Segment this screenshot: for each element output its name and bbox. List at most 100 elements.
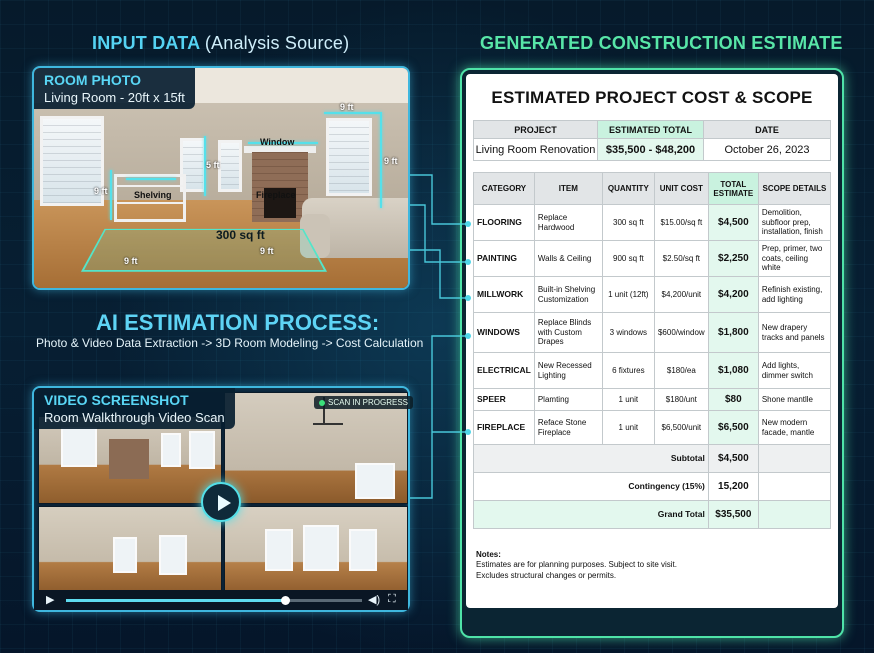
row-quantity: 6 fixtures xyxy=(601,352,655,389)
input-data-header-main: INPUT DATA xyxy=(92,33,200,53)
row-unit-cost: $15.00/sq ft xyxy=(653,204,709,241)
video-progress-knob[interactable] xyxy=(281,596,290,605)
play-small-icon[interactable]: ▶ xyxy=(46,593,54,606)
row-item: Walls & Ceiling xyxy=(533,240,603,277)
subtotal-row: Subtotal $4,500 xyxy=(473,444,832,473)
row-category: MILLWORK xyxy=(473,276,535,313)
grand-total-row: Grand Total $35,500 xyxy=(473,500,832,529)
table-row: MILLWORK Built-in Shelving Customization 1… xyxy=(473,276,832,313)
label-shelving: Shelving xyxy=(134,190,172,200)
scan-status-text: SCAN IN PROGRESS xyxy=(328,398,409,407)
row-unit-cost: $2.50/sq ft xyxy=(653,240,709,277)
video-frame-4 xyxy=(224,506,408,592)
col-category: CATEGORY xyxy=(473,172,535,205)
scan-status-badge: SCAN IN PROGRESS xyxy=(314,396,414,409)
generated-estimate-header: GENERATED CONSTRUCTION ESTIMATE xyxy=(480,33,843,53)
row-scope: Refinish existing, add lighting xyxy=(757,276,832,313)
row-unit-cost: $600/window xyxy=(653,312,709,353)
video-controls: ▶ ◀) ⛶ xyxy=(34,590,408,610)
ai-process-title: AI ESTIMATION PROCESS: xyxy=(96,310,380,335)
contingency-value: 15,200 xyxy=(707,472,759,501)
estimate-table: CATEGORY ITEM QUANTITY UNIT COST TOTAL E… xyxy=(473,172,832,529)
contingency-label: Contingency (15%) xyxy=(473,472,709,501)
table-row: ELECTRICAL New Recessed Lighting 6 fixture… xyxy=(473,352,832,389)
label-area: 300 sq ft xyxy=(216,228,265,242)
volume-icon[interactable]: ◀) xyxy=(368,593,380,606)
row-item: Reface Stone Fireplace xyxy=(533,410,603,445)
dim-top-right: 9 ft xyxy=(340,102,354,112)
row-quantity: 900 sq ft xyxy=(601,240,655,277)
floor-area-overlay xyxy=(80,228,328,272)
project-summary-table: PROJECT ESTIMATED TOTAL DATE Living Room… xyxy=(473,120,831,161)
play-button[interactable] xyxy=(201,482,241,522)
row-item: Built-in Shelving Customization xyxy=(533,276,603,313)
video-subtitle: Room Walkthrough Video Scan xyxy=(44,410,225,425)
row-item: Plamting xyxy=(533,388,603,411)
label-fireplace: Fireplace xyxy=(256,190,296,200)
row-category: WINDOWS xyxy=(473,312,535,353)
row-total: $4,200 xyxy=(707,276,759,313)
video-frame-3 xyxy=(38,506,222,592)
row-category: PAINTING xyxy=(473,240,535,277)
dim-mid-vertical: 5 ft xyxy=(206,160,220,170)
row-category: ELECTRICAL xyxy=(473,352,535,389)
video-title: VIDEO SCREENSHOT xyxy=(44,392,189,408)
row-quantity: 1 unit xyxy=(601,410,655,445)
row-category: SPEER xyxy=(473,388,535,411)
window-mid2 xyxy=(218,140,242,192)
grand-total-label: Grand Total xyxy=(473,500,709,529)
fullscreen-icon[interactable]: ⛶ xyxy=(388,593,396,606)
room-photo-panel: ROOM PHOTO Living Room - 20ft x 15ft Win… xyxy=(32,66,410,290)
row-unit-cost: $180/unt xyxy=(653,388,709,411)
dim-left: 9 ft xyxy=(94,186,108,196)
dim-right-vertical: 9 ft xyxy=(384,156,398,166)
col-item: ITEM xyxy=(533,172,603,205)
label-window: Window xyxy=(260,137,295,147)
table-row: PAINTING Walls & Ceiling 900 sq ft $2.50/sq… xyxy=(473,240,832,277)
row-unit-cost: $6,500/unit xyxy=(653,410,709,445)
estimated-total-header: ESTIMATED TOTAL xyxy=(597,120,704,139)
row-scope: New modern facade, mantle xyxy=(757,410,832,445)
estimate-notes: Notes: Estimates are for planning purpos… xyxy=(476,550,826,581)
row-category: FLOORING xyxy=(473,204,535,241)
room-photo-subtitle: Living Room - 20ft x 15ft xyxy=(44,90,185,105)
row-item: Replace Blinds with Custom Drapes xyxy=(533,312,603,353)
col-scope-details: SCOPE DETAILS xyxy=(757,172,832,205)
input-data-header: INPUT DATA (Analysis Source) xyxy=(92,33,349,54)
row-quantity: 3 windows xyxy=(601,312,655,353)
estimate-sheet: ESTIMATED PROJECT COST & SCOPE PROJECT E… xyxy=(466,74,838,608)
project-total: $35,500 - $48,200 xyxy=(597,138,704,161)
row-scope: Prep, primer, two coats, ceiling white xyxy=(757,240,832,277)
subtotal-value: $4,500 xyxy=(707,444,759,473)
notes-line-1: Estimates are for planning purposes. Sub… xyxy=(476,560,677,570)
room-photo-tab: ROOM PHOTO Living Room - 20ft x 15ft xyxy=(34,68,195,109)
row-total: $80 xyxy=(707,388,759,411)
grand-total-value: $35,500 xyxy=(707,500,759,529)
col-total-estimate: TOTAL ESTIMATE xyxy=(707,172,759,205)
project-header: PROJECT xyxy=(473,120,598,139)
status-dot-icon xyxy=(319,399,325,406)
dim-floor-right: 9 ft xyxy=(260,246,274,256)
notes-line-2: Excludes structural changes or permits. xyxy=(476,570,617,580)
date-header: DATE xyxy=(703,120,831,139)
project-date: October 26, 2023 xyxy=(703,138,831,161)
col-unit-cost: UNIT COST xyxy=(653,172,709,205)
row-total: $4,500 xyxy=(707,204,759,241)
dim-floor-left: 9 ft xyxy=(124,256,138,266)
input-data-header-paren: (Analysis Source) xyxy=(204,33,350,53)
row-total: $6,500 xyxy=(707,410,759,445)
subtotal-label: Subtotal xyxy=(473,444,709,473)
row-total: $2,250 xyxy=(707,240,759,277)
row-total: $1,800 xyxy=(707,312,759,353)
row-unit-cost: $4,200/unit xyxy=(653,276,709,313)
row-unit-cost: $180/ea xyxy=(653,352,709,389)
estimate-title: ESTIMATED PROJECT COST & SCOPE xyxy=(491,88,813,107)
ai-process-subtitle: Photo & Video Data Extraction -> 3D Room… xyxy=(36,336,424,350)
video-progress-fill xyxy=(66,599,285,602)
notes-title: Notes: xyxy=(476,550,501,559)
table-row: SPEER Plamting 1 unit $180/unt $80 Shone mant… xyxy=(473,388,832,411)
video-frame-1 xyxy=(38,416,222,504)
row-scope: Shone mantlle xyxy=(757,388,832,411)
table-row: FIREPLACE Reface Stone Fireplace 1 unit $6,… xyxy=(473,410,832,445)
table-row: WINDOWS Replace Blinds with Custom Drapes… xyxy=(473,312,832,353)
